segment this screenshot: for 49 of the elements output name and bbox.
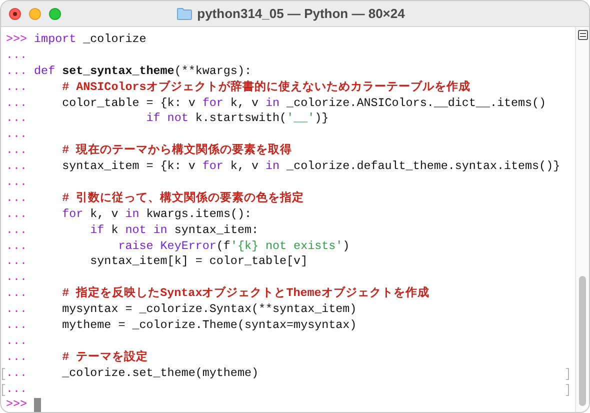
prompt: ...: [6, 159, 28, 176]
code-line: if not k.startswith('__')}: [145, 111, 329, 128]
code-line: color_table = {k: v for k, v in _colorize.ANSIColors.__dict__.items(): [61, 96, 546, 112]
prompt: ...: [6, 350, 28, 366]
code-line: _colorize.set_theme(mytheme): [61, 366, 258, 382]
code-line: syntax_item = {k: v for k, v in _colorize.default_theme.syntax.items()}: [61, 159, 560, 176]
code-line: syntax_item[k] = color_table[v]: [89, 254, 308, 270]
prompt: ...: [6, 318, 28, 334]
code-line: # 指定を反映したSyntaxオブジェクトとThemeオブジェクトを作成: [61, 286, 430, 302]
scrollbar-thumb[interactable]: [579, 276, 586, 406]
code-line: import _colorize: [34, 32, 146, 48]
code-line: # テーマを設定: [61, 350, 148, 366]
scrollbar[interactable]: [575, 27, 589, 412]
prompt: ...: [6, 64, 28, 80]
prompt: ...: [6, 206, 28, 223]
code-line: raise KeyError(f'{k} not exists'): [117, 238, 350, 254]
prompt: ...: [6, 111, 28, 128]
prompt: ...: [6, 366, 28, 382]
folder-icon: [177, 8, 192, 20]
prompt: ...: [6, 143, 28, 160]
minimize-button[interactable]: [29, 8, 41, 20]
code-line: def set_syntax_theme(**kwargs):: [34, 64, 252, 80]
prompt: ...: [6, 286, 28, 302]
prompt: ...: [6, 334, 28, 350]
prompt: >>>: [6, 32, 28, 48]
code-line: # 現在のテーマから構文関係の要素を取得: [61, 143, 292, 160]
code-line: mytheme = _colorize.Theme(syntax=mysyntax): [61, 318, 357, 334]
close-button[interactable]: [9, 8, 21, 20]
prompt: ...: [6, 190, 28, 207]
code-line: for k, v in kwargs.items():: [61, 206, 252, 223]
prompt: ...: [6, 238, 28, 254]
split-view-icon[interactable]: [578, 30, 588, 40]
prompt: ...: [6, 382, 28, 398]
prompt: ...: [6, 48, 28, 64]
prompt: ...: [6, 222, 28, 239]
prompt: ...: [6, 254, 28, 270]
zoom-button[interactable]: [49, 8, 61, 20]
prompt: ...: [6, 96, 28, 112]
code-line: if k not in syntax_item:: [89, 222, 259, 239]
prompt: >>>: [6, 397, 28, 412]
prompt: ...: [6, 80, 28, 96]
code-line: # ANSIColorsオブジェクトが辞書的に使えないためカラーテーブルを作成: [61, 80, 470, 96]
prompt: ...: [6, 270, 28, 286]
prompt: ...: [6, 302, 28, 318]
window-title: python314_05 — Python — 80×24: [197, 4, 405, 23]
code-line: # 引数に従って、構文関係の要素の色を指定: [61, 190, 304, 207]
prompt: ...: [6, 175, 28, 191]
code-line: mysyntax = _colorize.Syntax(**syntax_item): [61, 302, 357, 318]
prompt: ...: [6, 127, 28, 144]
